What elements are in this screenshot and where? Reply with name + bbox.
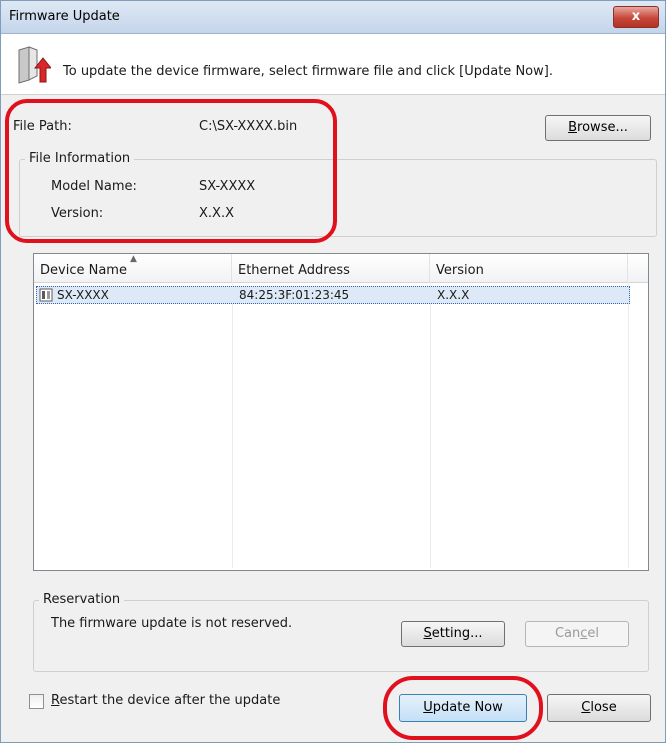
instruction-text: To update the device firmware, select fi… [63,64,553,79]
setting-label: etting... [431,626,483,641]
close-button[interactable]: Close [547,694,651,722]
instruction-header: To update the device firmware, select fi… [1,34,665,95]
setting-button[interactable]: Setting... [401,621,505,647]
column-divider [232,282,233,568]
column-ethernet-address[interactable]: Ethernet Address [232,254,430,282]
cancel-button[interactable]: Cancel [525,621,629,647]
device-list-header: Device Name ▲ Ethernet Address Version [34,254,648,283]
sort-ascending-icon: ▲ [130,254,137,264]
column-version-label: Version [436,263,484,278]
restart-checkbox-label[interactable]: Restart the device after the update [51,693,280,708]
close-icon: x [631,9,641,24]
browse-mnemonic: B [568,120,578,135]
version-cell: X.X.X [437,288,470,302]
setting-mnemonic: S [423,626,432,641]
column-version[interactable]: Version [430,254,628,282]
close-label: lose [590,700,617,715]
column-ethernet-label: Ethernet Address [238,263,350,278]
restart-checkbox[interactable] [29,694,44,709]
window-close-button[interactable]: x [613,6,659,28]
cancel-label-end: el [587,626,600,641]
update-now-highlight [383,676,543,740]
cancel-label-start: Can [554,626,581,641]
title-bar[interactable]: Firmware Update x [1,1,665,34]
reservation-caption: Reservation [39,592,125,607]
column-divider [430,282,431,568]
browse-label: rowse... [577,120,628,135]
close-mnemonic: C [581,700,591,715]
column-divider [628,282,629,568]
browse-button[interactable]: Browse... [545,115,651,141]
device-name-cell: SX-XXXX [57,288,109,302]
firmware-update-icon [18,46,51,84]
window-title: Firmware Update [9,9,120,24]
device-list[interactable]: Device Name ▲ Ethernet Address Version S… [33,253,649,571]
column-device-name-label: Device Name [40,263,127,278]
reservation-status: The firmware update is not reserved. [51,616,293,631]
restart-label-text: estart the device after the update [59,693,281,708]
device-row[interactable]: SX-XXXX 84:25:3F:01:23:45 X.X.X [36,286,630,304]
firmware-update-window: Firmware Update x To update the device f… [0,0,666,743]
device-icon [39,288,53,302]
ethernet-address-cell: 84:25:3F:01:23:45 [239,288,350,302]
file-info-highlight [5,99,337,243]
